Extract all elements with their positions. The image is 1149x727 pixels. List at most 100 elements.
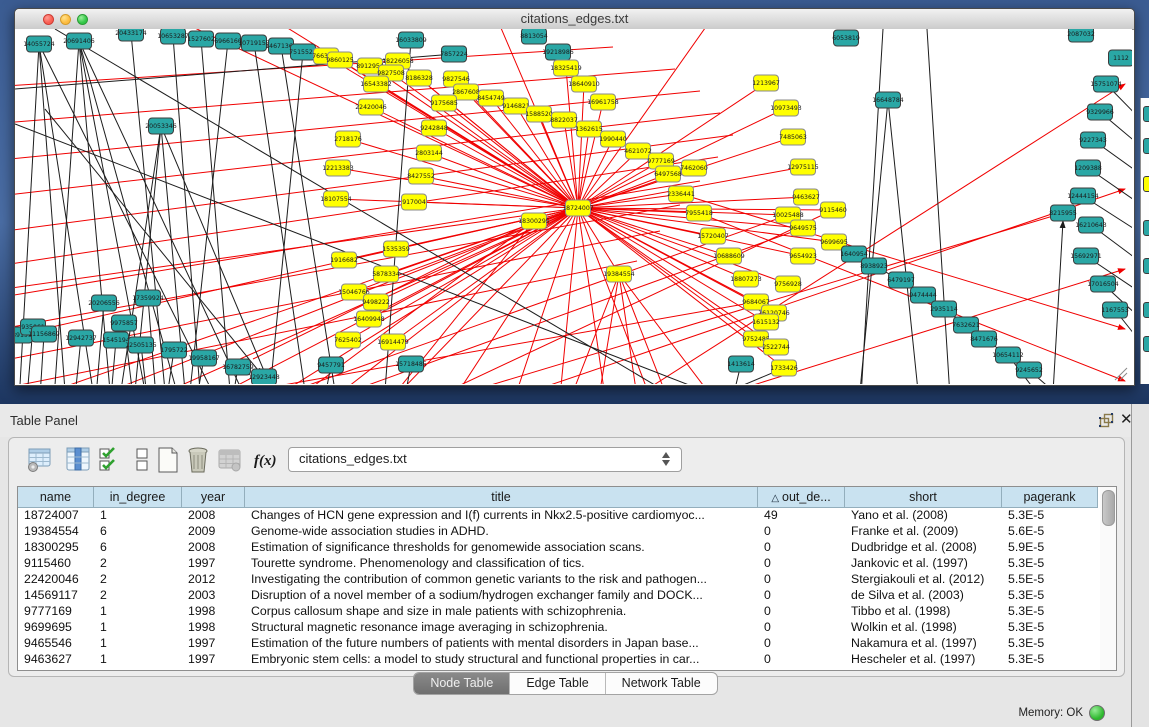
table-cell[interactable]: 1 <box>94 652 182 668</box>
table-cell[interactable]: Stergiakouli et al. (2012) <box>845 572 1002 588</box>
table-cell[interactable]: 2008 <box>182 508 245 524</box>
table-cell[interactable]: 5.5E-5 <box>1002 572 1098 588</box>
network-node[interactable]: 9329966 <box>1086 104 1114 120</box>
network-node[interactable]: 16033809 <box>395 32 427 48</box>
table-cell[interactable]: Yano et al. (2008) <box>845 508 1002 524</box>
select-columns-icon[interactable] <box>97 446 123 474</box>
network-node[interactable]: 7955418 <box>685 205 713 221</box>
table-cell[interactable]: 5.6E-5 <box>1002 524 1098 540</box>
delete-column-icon[interactable] <box>185 446 211 474</box>
network-window[interactable]: citations_edges.txt 14055724206914062043… <box>14 8 1135 386</box>
table-row[interactable]: 1456911722003Disruption of a novel membe… <box>18 588 1101 604</box>
table-cell[interactable]: 5.3E-5 <box>1002 556 1098 572</box>
network-node[interactable]: 1916682 <box>330 252 358 268</box>
row-height-icon[interactable] <box>129 446 155 474</box>
table-cell[interactable]: 1998 <box>182 604 245 620</box>
table-cell[interactable]: 5.9E-5 <box>1002 540 1098 556</box>
canvas-resize-grip[interactable] <box>1115 368 1127 380</box>
network-node[interactable]: 7857224 <box>440 46 468 62</box>
network-node[interactable]: 10654112 <box>992 347 1024 363</box>
network-node[interactable]: 9649575 <box>789 220 817 236</box>
network-node[interactable]: 9242848 <box>420 120 448 136</box>
network-node[interactable]: 1733426 <box>770 360 798 376</box>
network-node[interactable]: 10688609 <box>713 248 745 264</box>
table-cell[interactable]: 18724007 <box>18 508 94 524</box>
table-header-row[interactable]: namein_degreeyeartitle△out_de...shortpag… <box>18 487 1101 508</box>
network-node[interactable]: 1209388 <box>1074 160 1102 176</box>
network-node[interactable]: 1362615 <box>575 121 603 137</box>
table-row[interactable]: 911546021997Tourette syndrome. Phenomeno… <box>18 556 1101 572</box>
network-node[interactable]: 12923448 <box>248 369 280 384</box>
network-node[interactable]: 2336441 <box>667 186 695 202</box>
table-cell[interactable]: 1997 <box>182 556 245 572</box>
network-node[interactable]: 18300295 <box>518 213 550 229</box>
table-cell[interactable]: 6 <box>94 524 182 540</box>
network-node[interactable]: 16914479 <box>377 334 409 350</box>
table-row[interactable]: 1830029562008Estimation of significance … <box>18 540 1101 556</box>
table-cell[interactable]: 0 <box>758 636 845 652</box>
network-node[interactable]: 16409948 <box>353 311 385 327</box>
table-cell[interactable]: Franke et al. (2009) <box>845 524 1002 540</box>
network-node[interactable]: 16961758 <box>587 94 619 110</box>
network-node[interactable]: 8427552 <box>407 168 435 184</box>
table-cell[interactable]: 9115460 <box>18 556 94 572</box>
network-node[interactable]: 9860125 <box>326 52 354 68</box>
table-cell[interactable]: 0 <box>758 588 845 604</box>
network-node[interactable]: 15692971 <box>1070 248 1102 264</box>
scrollbar-thumb[interactable] <box>1102 490 1115 526</box>
table-cell[interactable]: 1998 <box>182 620 245 636</box>
table-row[interactable]: 1938455462009Genome-wide association stu… <box>18 524 1101 540</box>
right-panel-divider[interactable] <box>1131 404 1149 727</box>
table-cell[interactable]: Changes of HCN gene expression and I(f) … <box>245 508 758 524</box>
table-cell[interactable]: 0 <box>758 556 845 572</box>
table-cell[interactable]: 9777169 <box>18 604 94 620</box>
network-node[interactable]: 18640910 <box>568 76 600 92</box>
network-edge[interactable] <box>515 208 578 384</box>
table-cell[interactable]: Embryonic stem cells: a model to study s… <box>245 652 758 668</box>
table-cell[interactable]: Wolkin et al. (1998) <box>845 620 1002 636</box>
table-cell[interactable]: 0 <box>758 652 845 668</box>
table-cell[interactable]: 2008 <box>182 540 245 556</box>
table-row[interactable]: 946554611997Estimation of the future num… <box>18 636 1101 652</box>
table-cell[interactable]: 5.3E-5 <box>1002 508 1098 524</box>
table-cell[interactable]: 2003 <box>182 588 245 604</box>
network-node[interactable]: 8215955 <box>1049 205 1077 221</box>
network-node[interactable]: 18724007 <box>562 200 594 216</box>
table-cell[interactable]: 2 <box>94 556 182 572</box>
network-node[interactable]: 18807273 <box>730 271 762 287</box>
column-header[interactable]: year <box>182 487 245 508</box>
network-edge[interactable] <box>861 29 883 384</box>
network-edge[interactable] <box>348 139 578 208</box>
network-node[interactable]: 9756928 <box>774 276 802 292</box>
column-header[interactable]: in_degree <box>94 487 182 508</box>
column-header[interactable]: pagerank <box>1002 487 1098 508</box>
column-header[interactable]: short <box>845 487 1002 508</box>
table-cell[interactable]: Estimation of the future numbers of pati… <box>245 636 758 652</box>
network-node[interactable]: 7625402 <box>334 332 362 348</box>
table-cell[interactable]: Estimation of significance thresholds fo… <box>245 540 758 556</box>
network-edge[interactable] <box>1053 221 1063 384</box>
table-cell[interactable]: Hescheler et al. (1997) <box>845 652 1002 668</box>
table-cell[interactable]: 9699695 <box>18 620 94 636</box>
network-node[interactable]: 2935114 <box>930 301 958 317</box>
network-node[interactable]: 18107554 <box>320 191 352 207</box>
network-node[interactable]: 16543382 <box>360 76 392 92</box>
network-node[interactable]: 4621072 <box>624 143 652 159</box>
network-edge[interactable] <box>578 208 619 274</box>
network-node[interactable]: 9654923 <box>789 248 817 264</box>
network-node[interactable]: 5878334 <box>372 266 400 282</box>
network-node[interactable]: 1535359 <box>382 241 410 257</box>
network-node[interactable]: 12213383 <box>322 160 354 176</box>
network-node[interactable]: 20206556 <box>88 295 120 311</box>
table-cell[interactable]: 2009 <box>182 524 245 540</box>
network-node[interactable]: 9227343 <box>1079 132 1107 148</box>
table-row[interactable]: 1872400712008Changes of HCN gene express… <box>18 508 1101 524</box>
create-column-icon[interactable] <box>155 446 181 474</box>
network-node[interactable]: 20053346 <box>145 118 177 134</box>
network-node[interactable]: 15718485 <box>395 356 427 372</box>
network-node[interactable]: 2522744 <box>762 339 790 355</box>
tab-edge-table[interactable]: Edge Table <box>510 673 605 694</box>
show-columns-icon[interactable] <box>65 446 91 474</box>
network-node[interactable]: 1795722 <box>160 342 188 358</box>
table-cell[interactable]: Structural magnetic resonance image aver… <box>245 620 758 636</box>
